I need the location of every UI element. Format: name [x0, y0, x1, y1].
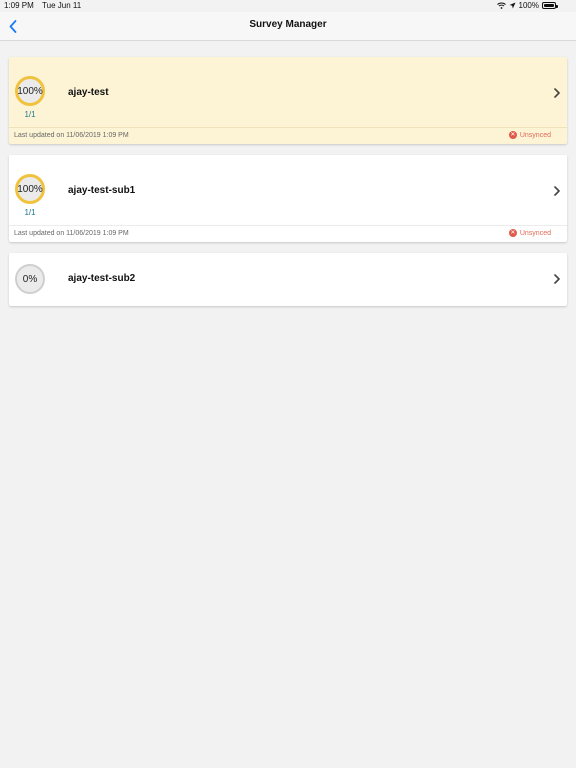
chevron-right-icon — [554, 274, 560, 284]
progress-ring: 0% — [15, 264, 45, 294]
progress-ring: 100% — [15, 76, 45, 106]
battery-icon — [542, 2, 558, 9]
completion-fraction: 1/1 — [24, 110, 36, 119]
last-updated: Last updated on 11/06/2019 1:09 PM — [14, 132, 129, 139]
chevron-right-icon — [554, 186, 560, 196]
survey-name: ajay-test-sub1 — [68, 185, 136, 196]
battery-percent: 100% — [518, 1, 539, 10]
error-icon: ✕ — [508, 131, 517, 139]
page-title: Survey Manager — [249, 19, 327, 30]
completion-fraction: 1/1 — [24, 208, 36, 217]
progress-ring: 100% — [15, 174, 45, 204]
survey-card[interactable]: 0% ajay-test-sub2 — [9, 253, 567, 306]
survey-name: ajay-test — [68, 87, 109, 98]
wifi-icon — [496, 2, 506, 9]
status-bar: 1:09 PM Tue Jun 11 100% — [0, 0, 576, 12]
progress-value: 100% — [17, 85, 43, 97]
survey-card[interactable]: 100% 1/1 ajay-test-sub1 Last updated on … — [9, 155, 567, 242]
location-arrow-icon — [509, 2, 516, 9]
survey-name: ajay-test-sub2 — [68, 273, 136, 284]
progress-value: 100% — [17, 183, 43, 195]
survey-card[interactable]: 100% 1/1 ajay-test Last updated on 11/06… — [9, 57, 567, 144]
nav-bar: Survey Manager — [0, 12, 576, 41]
status-date: Tue Jun 11 — [42, 1, 82, 10]
last-updated: Last updated on 11/06/2019 1:09 PM — [14, 230, 129, 237]
error-icon: ✕ — [508, 229, 517, 237]
sync-status: ✕ Unsynced — [508, 131, 551, 139]
sync-label: Unsynced — [519, 229, 551, 237]
progress-value: 0% — [22, 273, 38, 285]
sync-status: ✕ Unsynced — [508, 229, 551, 237]
chevron-right-icon — [554, 88, 560, 98]
card-footer: Last updated on 11/06/2019 1:09 PM ✕ Uns… — [9, 127, 567, 144]
status-time: 1:09 PM — [4, 1, 34, 10]
sync-label: Unsynced — [519, 131, 551, 139]
card-footer: Last updated on 11/06/2019 1:09 PM ✕ Uns… — [9, 225, 567, 242]
